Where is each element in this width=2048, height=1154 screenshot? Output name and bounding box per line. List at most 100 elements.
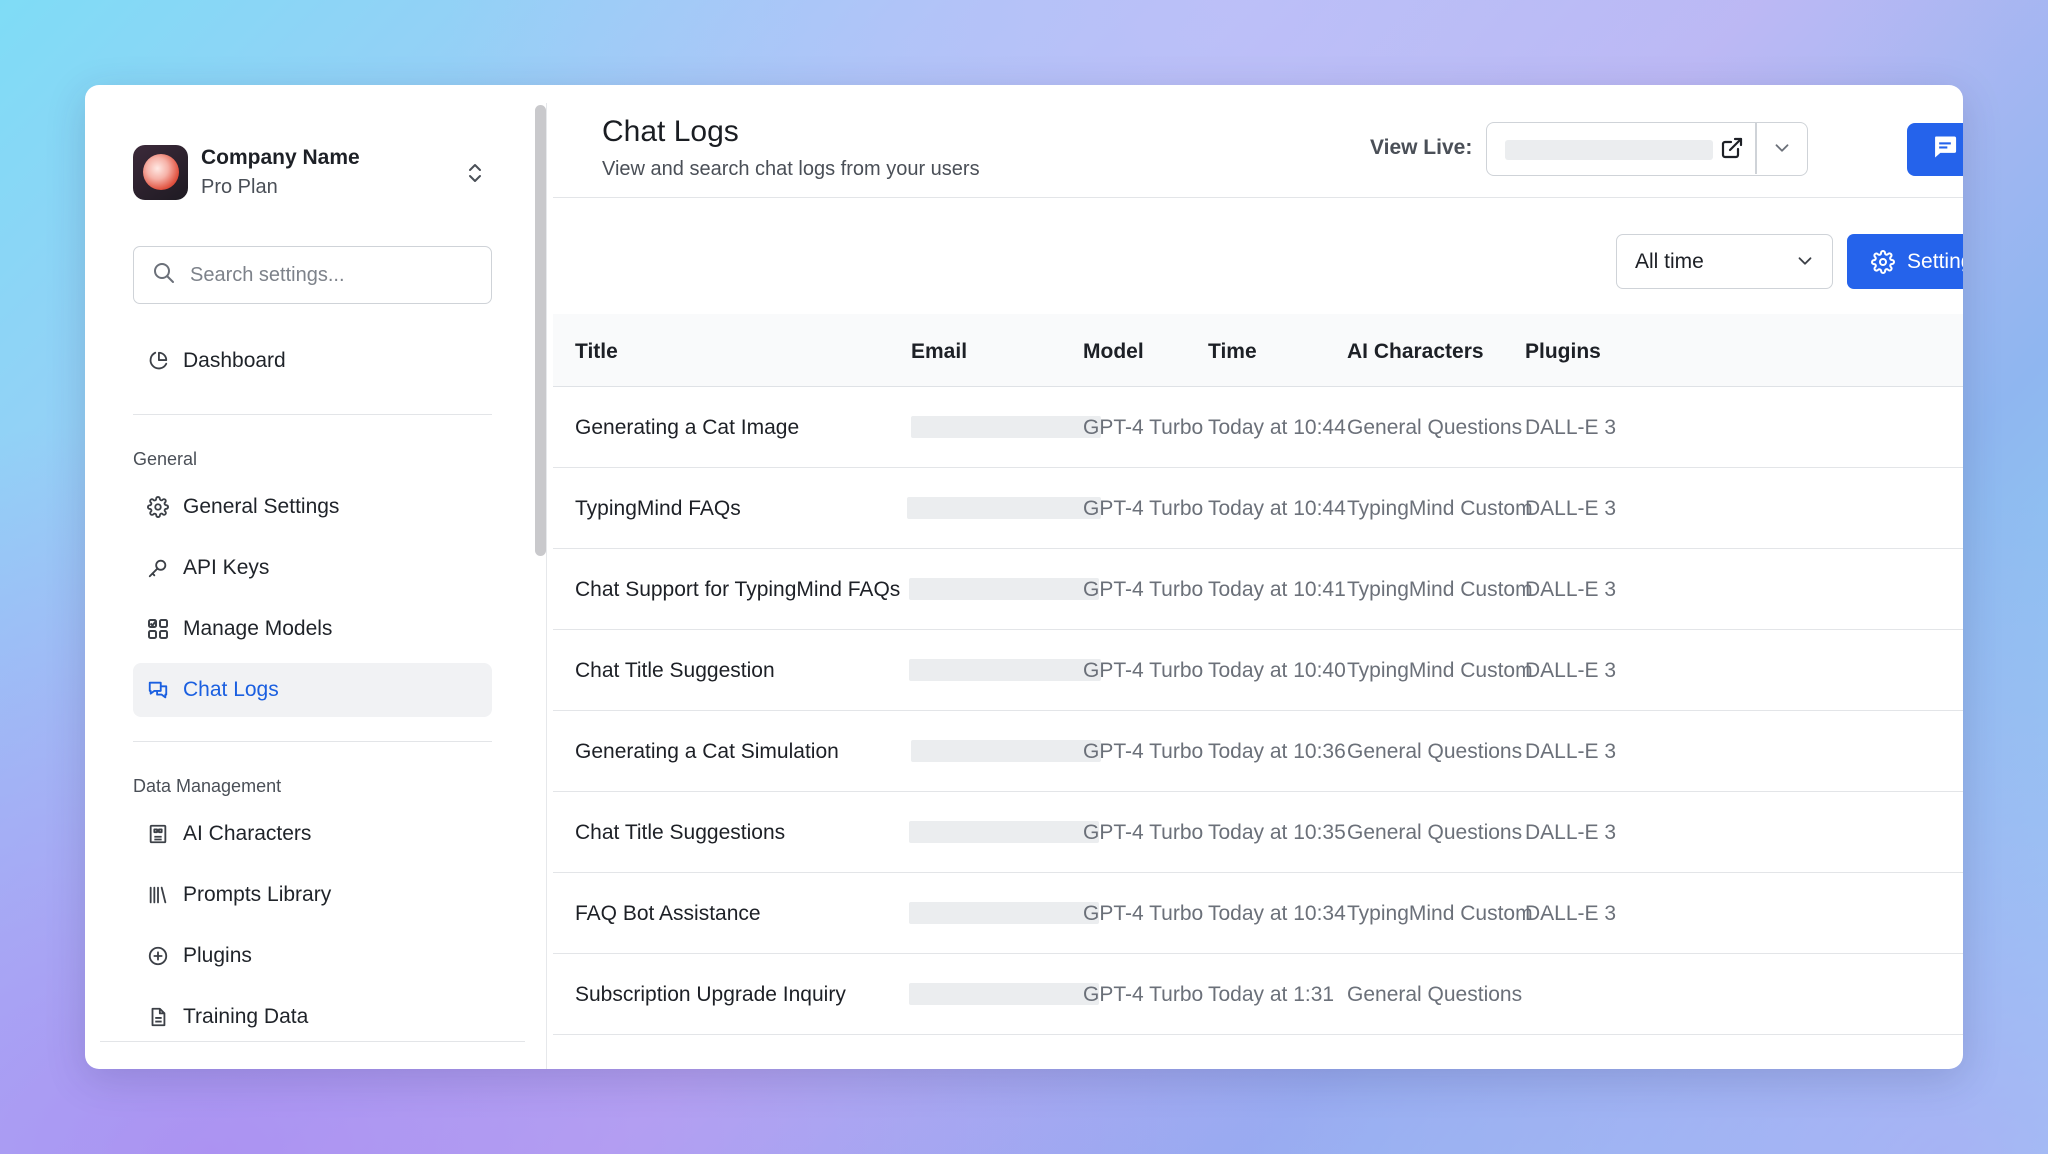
nav-manage-models-label: Manage Models <box>183 617 333 640</box>
section-label-data-management: Data Management <box>133 776 282 796</box>
table-row[interactable]: Chat Title Suggestion GPT-4 Turbo Today … <box>553 630 1963 711</box>
plus-circle-icon <box>145 943 171 969</box>
table-row[interactable]: Chat Title Suggestions GPT-4 Turbo Today… <box>553 792 1963 873</box>
nav-api-keys[interactable]: API Keys <box>133 541 492 595</box>
cell-title: Generating a Cat Image <box>575 416 800 439</box>
search-input[interactable] <box>190 263 470 287</box>
settings-search[interactable] <box>133 246 492 304</box>
cell-email-redacted <box>911 416 1101 438</box>
pie-chart-icon <box>145 348 171 374</box>
nav-dashboard-label: Dashboard <box>183 349 286 372</box>
cell-time: Today at 1:31 <box>1208 983 1335 1006</box>
cell-email-redacted <box>909 983 1099 1005</box>
cell-ai-character: TypingMind Custom <box>1347 659 1533 682</box>
nav-prompts-library[interactable]: Prompts Library <box>133 868 492 922</box>
cell-model: GPT-4 Turbo <box>1083 821 1204 844</box>
cell-time: Today at 10:40 <box>1208 659 1346 682</box>
company-name: Company Name <box>201 145 360 169</box>
table-header: Title Email Model Time AI Characters Plu… <box>553 314 1963 387</box>
table-row[interactable]: Chat Support for TypingMind FAQs GPT-4 T… <box>553 549 1963 630</box>
company-logo <box>133 144 188 200</box>
cell-plugin: DALL-E 3 <box>1525 659 1617 682</box>
cell-title: FAQ Bot Assistance <box>575 902 761 925</box>
search-icon <box>152 261 176 290</box>
nav-manage-models[interactable]: Manage Models <box>133 602 492 656</box>
company-plan: Pro Plan <box>201 175 278 198</box>
cell-plugin: DALL-E 3 <box>1525 416 1617 439</box>
cell-email-redacted <box>909 821 1099 843</box>
sidebar-divider <box>133 414 492 415</box>
cell-email-redacted <box>909 902 1099 924</box>
time-range-value: All time <box>1635 249 1704 273</box>
cell-title: Chat Support for TypingMind FAQs <box>575 578 901 601</box>
nav-plugins-label: Plugins <box>183 944 252 967</box>
nav-ai-characters[interactable]: AI Characters <box>133 807 492 861</box>
cell-plugin: DALL-E 3 <box>1525 497 1617 520</box>
cell-ai-character: General Questions <box>1347 821 1523 844</box>
cell-ai-character: General Questions <box>1347 983 1523 1006</box>
external-link-icon[interactable] <box>1720 136 1746 162</box>
sidebar-scrollbar-thumb[interactable] <box>535 105 546 556</box>
settings-button[interactable]: Settings <box>1847 234 1963 289</box>
nav-plugins[interactable]: Plugins <box>133 929 492 983</box>
cell-email-redacted <box>911 740 1101 762</box>
document-icon <box>145 1004 171 1030</box>
column-header-ai-characters[interactable]: AI Characters <box>1347 340 1484 364</box>
table-row[interactable]: Generating a Cat Simulation GPT-4 Turbo … <box>553 711 1963 792</box>
chat-bubbles-icon <box>145 677 171 703</box>
cell-title: Chat Title Suggestions <box>575 821 786 844</box>
column-header-time[interactable]: Time <box>1208 340 1257 364</box>
column-header-plugins[interactable]: Plugins <box>1525 340 1601 364</box>
nav-general-settings[interactable]: General Settings <box>133 480 492 534</box>
chevron-up-down-icon <box>465 161 485 190</box>
cell-ai-character: TypingMind Custom <box>1347 578 1533 601</box>
cell-time: Today at 10:34 <box>1208 902 1346 925</box>
page-header: Chat Logs View and search chat logs from… <box>553 85 1963 198</box>
chevron-down-icon[interactable] <box>1771 137 1793 164</box>
cell-time: Today at 10:44 <box>1208 416 1346 439</box>
cell-plugin: DALL-E 3 <box>1525 902 1617 925</box>
cell-title: Subscription Upgrade Inquiry <box>575 983 846 1006</box>
cell-ai-character: General Questions <box>1347 740 1523 763</box>
nav-chat-logs[interactable]: Chat Logs <box>133 663 492 717</box>
column-header-email[interactable]: Email <box>911 340 967 364</box>
nav-dashboard[interactable]: Dashboard <box>133 334 492 388</box>
nav-chat-logs-label: Chat Logs <box>183 678 279 701</box>
nav-prompts-library-label: Prompts Library <box>183 883 332 906</box>
app-window: Company Name Pro Plan Dashboard General <box>85 85 1963 1069</box>
open-chat-button[interactable] <box>1907 123 1963 176</box>
main-panel: Chat Logs View and search chat logs from… <box>553 85 1963 1069</box>
cell-model: GPT-4 Turbo <box>1083 416 1204 439</box>
table-row[interactable]: Generating a Cat Image GPT-4 Turbo Today… <box>553 387 1963 468</box>
key-icon <box>145 555 171 581</box>
cell-time: Today at 10:36 <box>1208 740 1346 763</box>
table-row[interactable]: TypingMind FAQs GPT-4 Turbo Today at 10:… <box>553 468 1963 549</box>
chat-icon <box>1931 133 1959 166</box>
cell-model: GPT-4 Turbo <box>1083 659 1204 682</box>
cell-ai-character: General Questions <box>1347 416 1523 439</box>
cell-email-redacted <box>907 497 1101 519</box>
sidebar-divider <box>133 741 492 742</box>
cell-title: Generating a Cat Simulation <box>575 740 839 763</box>
column-header-model[interactable]: Model <box>1083 340 1144 364</box>
nav-training-data[interactable]: Training Data <box>133 990 492 1044</box>
column-header-title[interactable]: Title <box>575 340 618 364</box>
nav-training-data-label: Training Data <box>183 1005 309 1028</box>
cell-model: GPT-4 Turbo <box>1083 902 1204 925</box>
settings-button-label: Settings <box>1907 249 1963 273</box>
table-row[interactable]: FAQ Bot Assistance GPT-4 Turbo Today at … <box>553 873 1963 954</box>
cell-model: GPT-4 Turbo <box>1083 983 1204 1006</box>
cell-time: Today at 10:35 <box>1208 821 1346 844</box>
table-row[interactable]: Subscription Upgrade Inquiry GPT-4 Turbo… <box>553 954 1963 1035</box>
library-icon <box>145 882 171 908</box>
section-label-general: General <box>133 449 198 469</box>
sidebar: Company Name Pro Plan Dashboard General <box>85 85 530 1069</box>
nav-ai-characters-label: AI Characters <box>183 822 312 845</box>
chevron-down-icon <box>1794 250 1816 278</box>
view-live-select[interactable] <box>1486 122 1808 176</box>
cell-model: GPT-4 Turbo <box>1083 740 1204 763</box>
time-range-select[interactable]: All time <box>1616 234 1833 289</box>
cell-title: Chat Title Suggestion <box>575 659 775 682</box>
company-switcher[interactable]: Company Name Pro Plan <box>133 143 495 201</box>
page-title: Chat Logs <box>602 115 739 148</box>
